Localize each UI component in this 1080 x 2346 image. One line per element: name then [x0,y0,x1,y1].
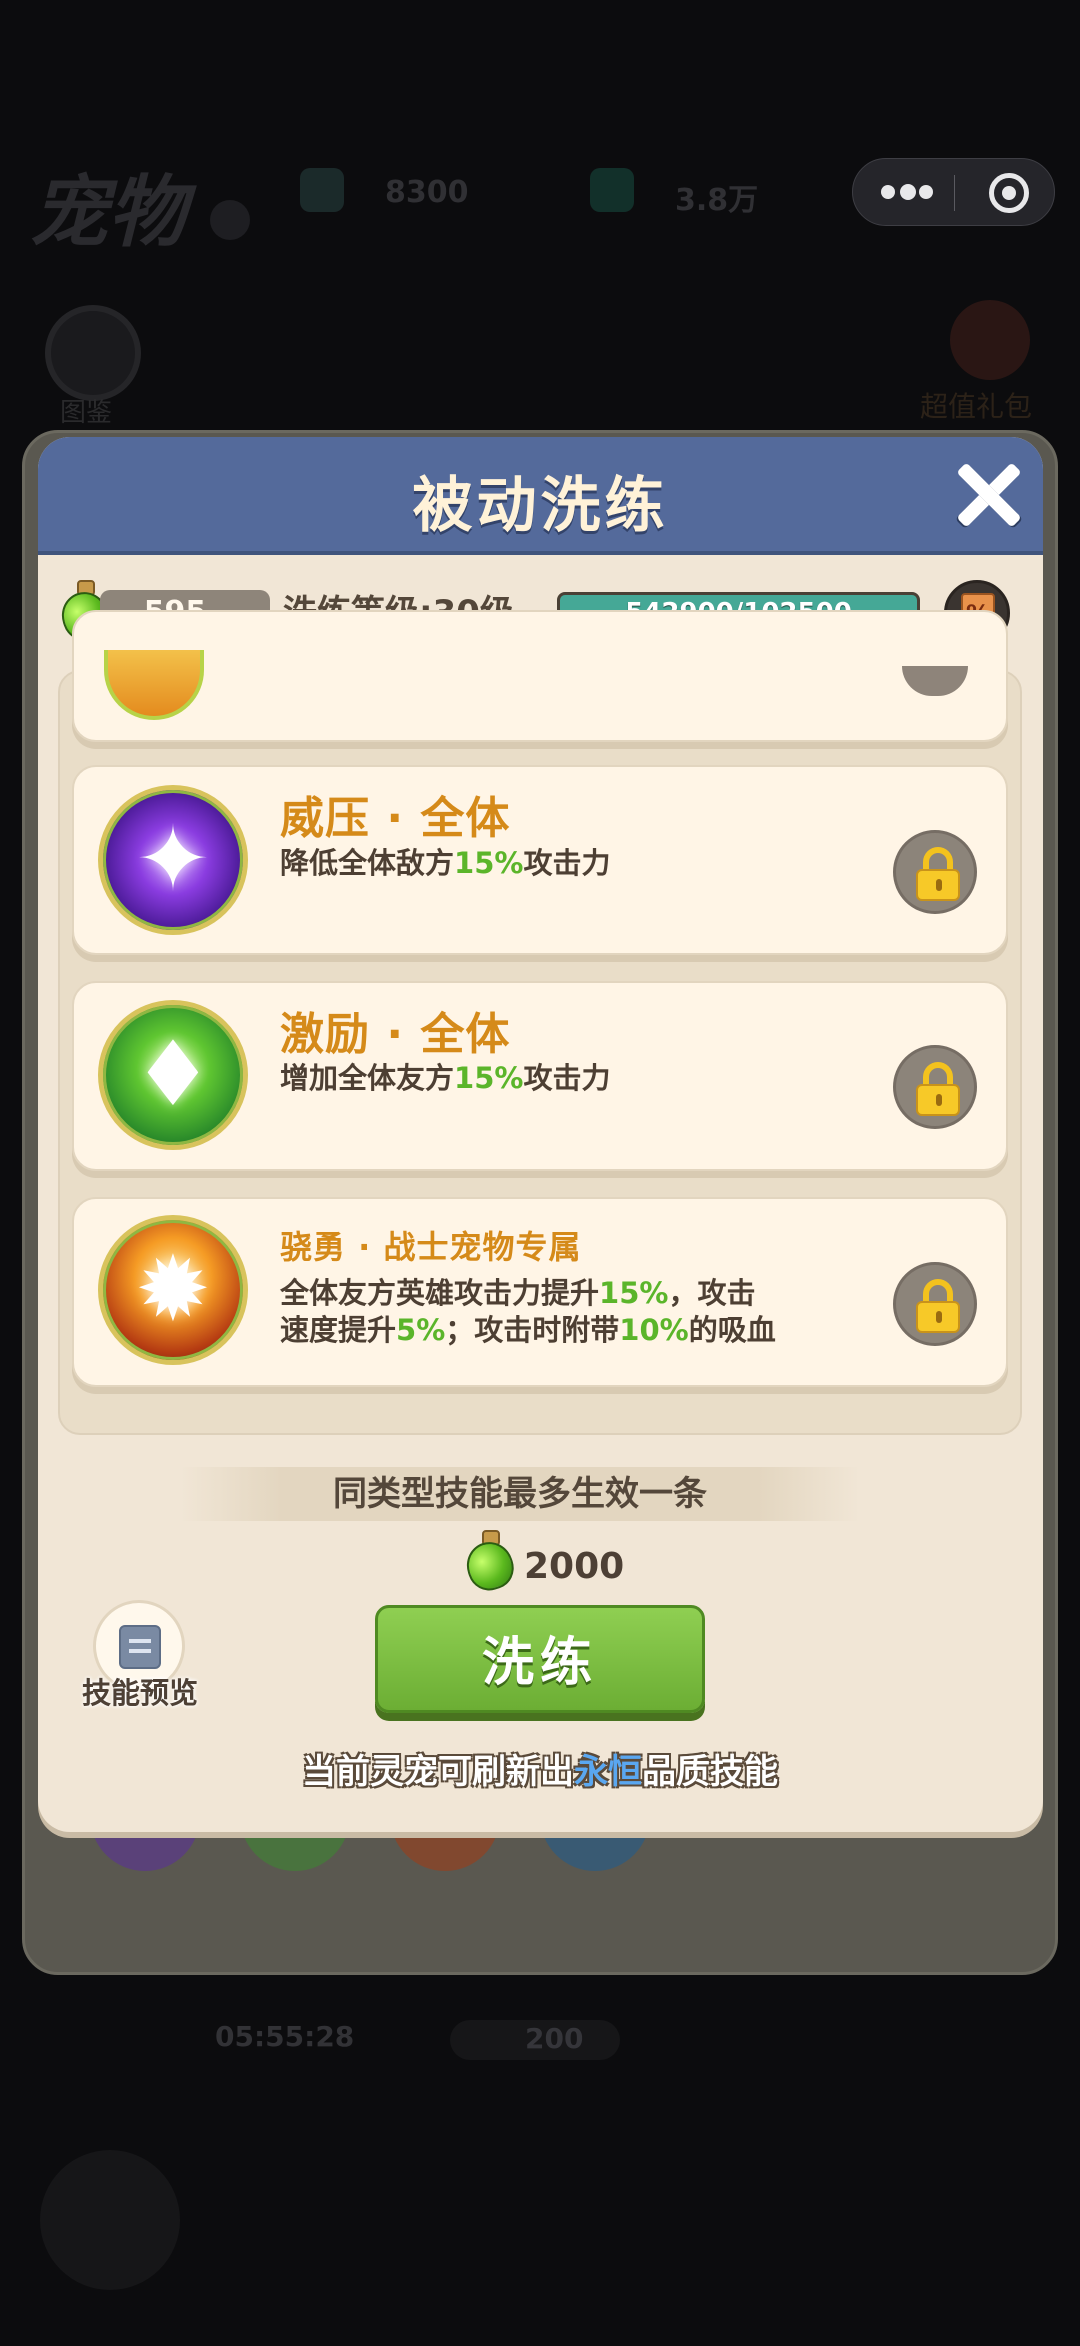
dialog-header: 被动洗练 [38,437,1043,555]
lock-icon [893,1262,977,1346]
close-icon[interactable] [953,460,1023,530]
skill-desc: 降低全体敌方15%攻击力 [280,846,611,880]
background-cost: 200 [525,2022,584,2055]
skill-name: 威压 · 全体 [280,793,511,844]
more-icon[interactable] [881,184,933,201]
skill-card-partial [72,610,1008,742]
background-resource-2: 3.8万 [675,183,759,218]
collection-icon [45,305,141,401]
background-title: 宠物 [30,167,187,258]
potion-icon [460,1530,520,1596]
quality-note: 当前灵宠可刷新出永恒品质技能 [302,1752,778,1792]
lock-icon [893,830,977,914]
leaf-sword-skill-icon: ♦ [98,1000,248,1150]
lock-icon [893,1045,977,1129]
gem-icon [300,168,344,212]
thunder-skill-icon: ✦ [98,785,248,935]
skill-preview-label[interactable]: 技能预览 [70,1670,210,1712]
gift-pack-icon [950,300,1030,380]
capsule-divider [954,175,955,211]
skill-name: 激励 · 全体 [280,1009,511,1060]
back-icon [40,2150,180,2290]
skill-name: 骁勇 · 战士宠物专属 [280,1228,582,1266]
background-right-label: 超值礼包 [920,390,1033,423]
close-miniprogram-icon[interactable] [989,173,1029,213]
skill-desc: 增加全体友方15%攻击力 [280,1061,611,1095]
flame-burst-skill-icon: ✹ [98,1215,248,1365]
leaf-icon [590,168,634,212]
info-icon [210,200,250,240]
wash-cost: 2000 [524,1546,625,1587]
skill-desc: 全体友方英雄攻击力提升15%，攻击 速度提升5%；攻击时附带10%的吸血 [280,1276,776,1347]
wash-button-label[interactable]: 洗练 [375,1620,705,1695]
rule-text: 同类型技能最多生效一条 [333,1474,707,1514]
background-left-label: 图鉴 [60,398,113,428]
mini-program-capsule [852,158,1055,226]
background-timer: 05:55:28 [215,2020,355,2053]
background-resource-1: 8300 [385,175,469,210]
dialog-title: 被动洗练 [412,471,669,541]
